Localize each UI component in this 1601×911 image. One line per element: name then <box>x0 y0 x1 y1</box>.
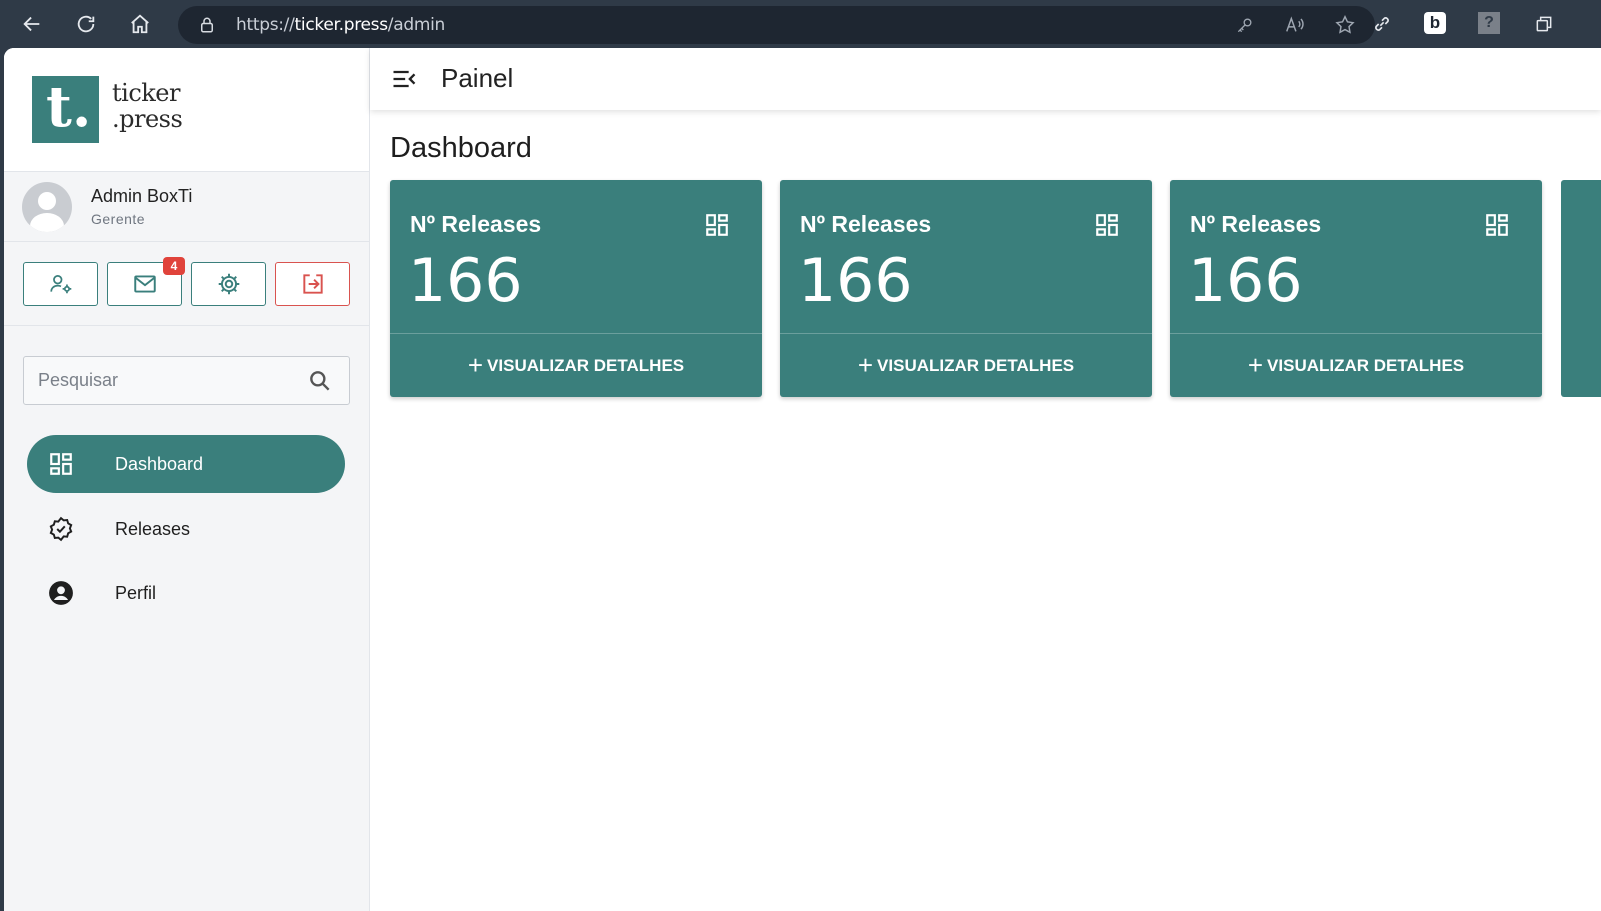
settings-button[interactable] <box>191 262 266 306</box>
search-box <box>23 356 350 405</box>
messages-button[interactable]: 4 <box>107 257 185 306</box>
user-role: Gerente <box>91 211 146 227</box>
card-details-link[interactable]: + VISUALIZAR DETALHES <box>780 333 1152 397</box>
sidebar-item-perfil[interactable]: Perfil <box>27 564 345 622</box>
card-footer-label: VISUALIZAR DETALHES <box>877 355 1075 375</box>
sidebar-item-label: Releases <box>115 518 191 539</box>
lock-icon <box>198 16 216 34</box>
dashboard-icon <box>706 214 728 236</box>
brand-name-line1: ticker <box>112 79 180 107</box>
url-path: /admin <box>387 15 446 35</box>
logout-icon <box>302 274 323 294</box>
logout-button[interactable] <box>275 262 350 306</box>
dashboard-icon <box>47 450 75 478</box>
stat-card-partial <box>1561 180 1601 397</box>
brand-name: ticker .press <box>112 79 183 133</box>
logo-letter: t. <box>46 74 92 140</box>
card-title: Nº Releases <box>800 211 932 237</box>
stat-card: Nº Releases 166 + VISUALIZAR DETALHES <box>390 180 762 397</box>
favorite-star-icon[interactable] <box>1333 14 1357 36</box>
key-icon[interactable] <box>1233 14 1257 36</box>
account-circle-icon <box>47 579 75 607</box>
header-title: Painel <box>441 63 514 93</box>
main-content: Painel Dashboard Nº Releases 166 + VISUA… <box>370 48 1601 911</box>
read-aloud-icon[interactable] <box>1283 14 1307 36</box>
sidebar-item-label: Dashboard <box>115 453 204 474</box>
dashboard-icon <box>1486 214 1508 236</box>
stat-card: Nº Releases 166 + VISUALIZAR DETALHES <box>780 180 1152 397</box>
card-title: Nº Releases <box>410 211 542 237</box>
sidebar-item-releases[interactable]: Releases <box>27 500 345 558</box>
search-icon[interactable] <box>307 368 333 394</box>
brand-name-line2: .press <box>112 105 183 133</box>
card-value: 166 <box>798 246 913 316</box>
address-bar[interactable]: https://ticker.press/admin <box>178 6 1375 44</box>
home-icon[interactable] <box>126 10 154 38</box>
admin-app: t. ticker .press Admin BoxTi Gerente 4 P… <box>4 48 1601 911</box>
plus-icon: + <box>467 350 484 380</box>
gear-icon <box>218 273 239 295</box>
refresh-icon[interactable] <box>72 10 100 38</box>
search-input[interactable] <box>24 357 304 404</box>
help-extension-icon[interactable]: ? <box>1478 12 1500 34</box>
card-footer-label: VISUALIZAR DETALHES <box>1267 355 1465 375</box>
url-host: ticker.press <box>294 15 389 35</box>
url-text[interactable]: https://ticker.press/admin <box>236 15 445 35</box>
url-prefix: https:// <box>236 15 295 35</box>
page-title: Dashboard <box>390 132 532 164</box>
user-name: Admin BoxTi <box>91 186 193 206</box>
card-title: Nº Releases <box>1190 211 1322 237</box>
card-footer-label: VISUALIZAR DETALHES <box>487 355 685 375</box>
top-header: Painel <box>370 48 1601 110</box>
extension-link-icon[interactable] <box>1370 12 1394 36</box>
stat-card: Nº Releases 166 + VISUALIZAR DETALHES <box>1170 180 1542 397</box>
browser-toolbar: https://ticker.press/admin b ? <box>0 0 1601 48</box>
user-settings-button[interactable] <box>23 262 98 306</box>
user-gear-icon <box>49 275 71 294</box>
menu-collapse-icon[interactable] <box>390 65 418 93</box>
sidebar: t. ticker .press Admin BoxTi Gerente 4 P… <box>4 48 370 911</box>
brand-header: t. ticker .press <box>4 48 369 172</box>
dashboard-icon <box>1096 214 1118 236</box>
mail-badge: 4 <box>163 257 185 275</box>
verified-badge-icon <box>47 515 75 543</box>
mail-icon <box>133 275 156 293</box>
plus-icon: + <box>857 350 874 380</box>
card-value: 166 <box>408 246 523 316</box>
back-icon[interactable] <box>18 10 46 38</box>
bing-extension-icon[interactable]: b <box>1424 12 1446 34</box>
avatar <box>22 182 72 232</box>
sidebar-item-dashboard[interactable]: Dashboard <box>27 435 345 493</box>
sidebar-item-label: Perfil <box>115 582 157 603</box>
plus-icon: + <box>1247 350 1264 380</box>
card-details-link[interactable]: + VISUALIZAR DETALHES <box>1170 333 1542 397</box>
quick-actions: 4 <box>4 242 369 326</box>
logo[interactable]: t. <box>32 74 99 143</box>
card-value: 166 <box>1188 246 1303 316</box>
card-details-link[interactable]: + VISUALIZAR DETALHES <box>390 333 762 397</box>
user-panel: Admin BoxTi Gerente <box>4 172 369 242</box>
collections-icon[interactable] <box>1532 12 1556 36</box>
